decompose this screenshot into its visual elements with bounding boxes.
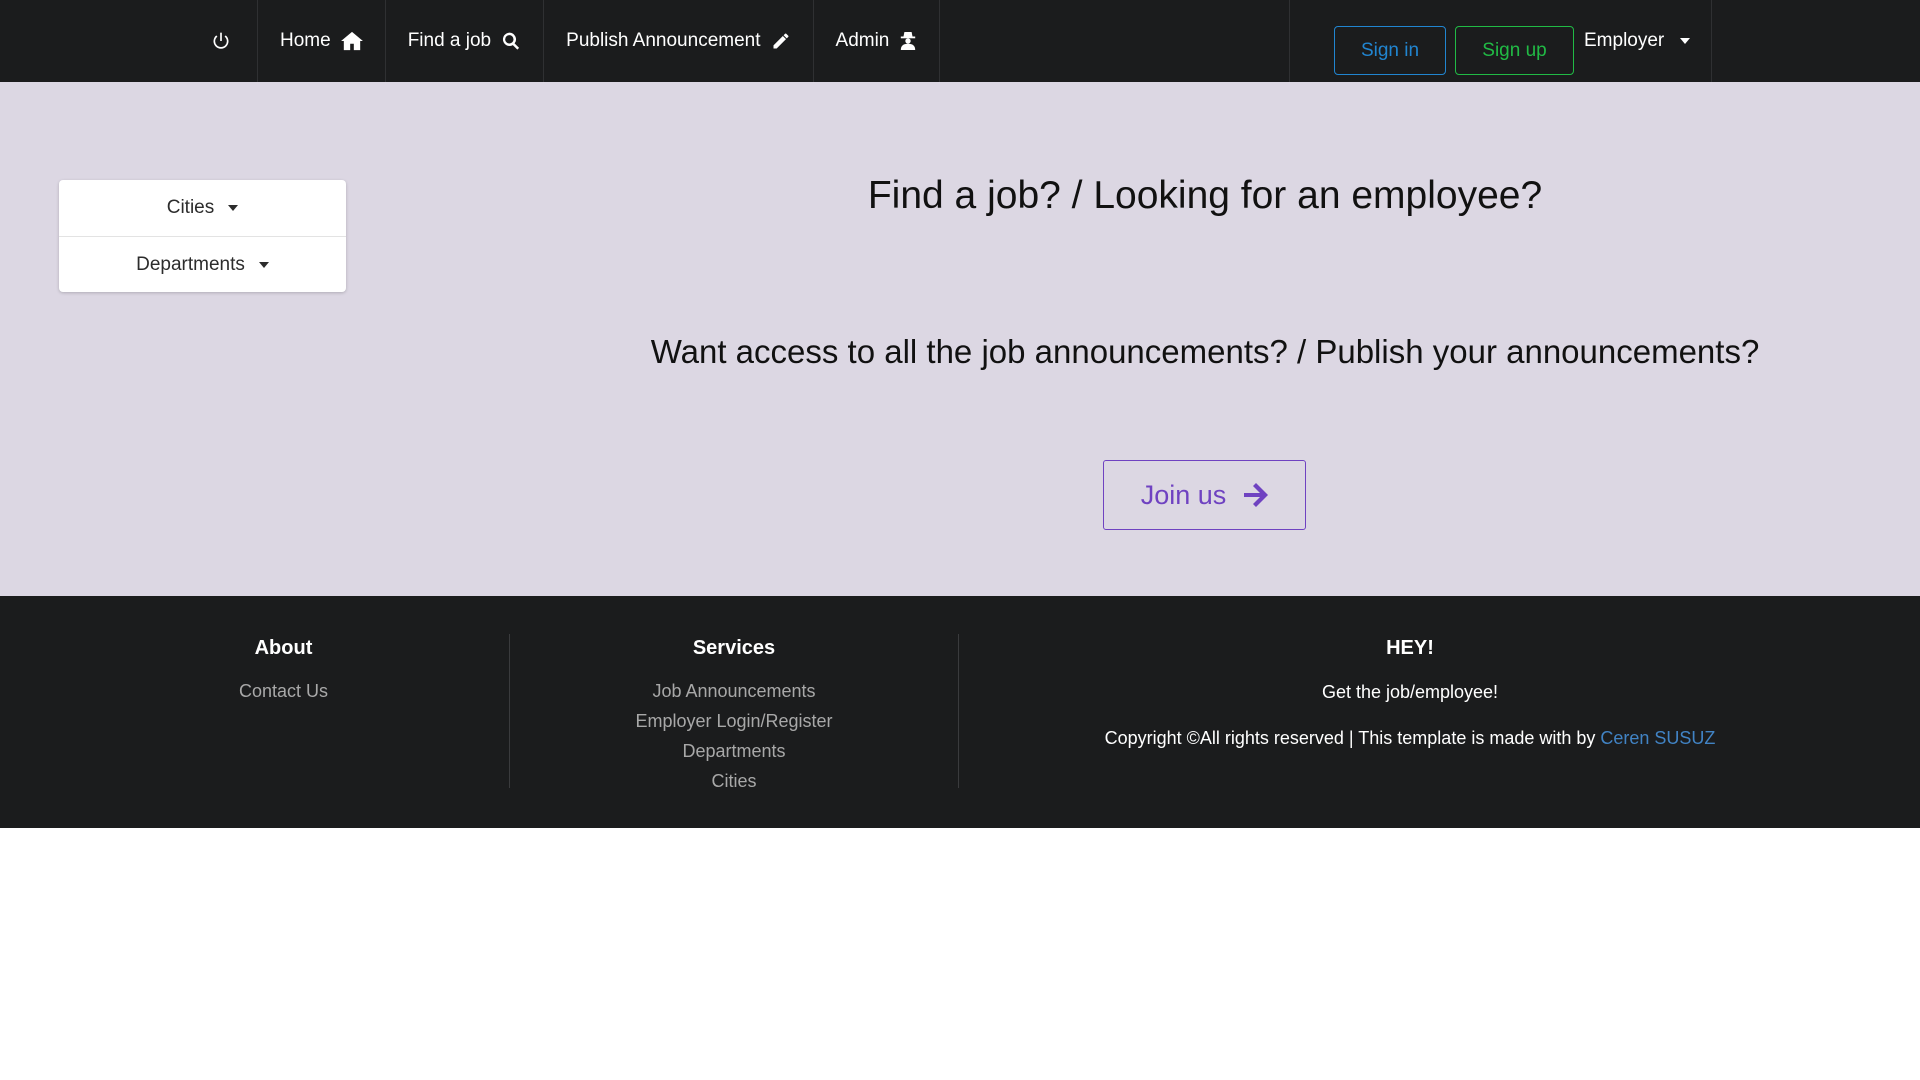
arrow-right-icon [1226, 483, 1269, 507]
copyright-label: Copyright ©All rights reserved | This te… [1104, 728, 1601, 748]
pencil-icon [771, 31, 791, 51]
departments-dropdown[interactable]: Departments [59, 236, 346, 292]
job-announcements-link[interactable]: Job Announcements [510, 676, 958, 706]
home-icon [340, 31, 363, 51]
nav-home-label: Home [280, 30, 331, 51]
footer-about: About Contact Us [59, 634, 508, 706]
footer-hey-subtitle: Get the job/employee! [1321, 682, 1499, 702]
nav-publish-announcement[interactable]: Publish Announcement [544, 0, 814, 82]
hero-subheadline: Want access to all the job announcements… [650, 333, 1760, 370]
employer-login-register-link[interactable]: Employer Login/Register [510, 706, 958, 736]
copyright-text: Copyright ©All rights reserved | This te… [960, 726, 1860, 750]
hero-section: Cities Departments Find a job? / Looking… [0, 82, 1920, 596]
nav-home[interactable]: Home [258, 0, 386, 82]
power-button[interactable] [185, 0, 258, 82]
nav-publish-label: Publish Announcement [566, 30, 761, 51]
cities-link[interactable]: Cities [510, 766, 958, 796]
caret-down-icon [258, 261, 269, 268]
sign-up-button[interactable]: Sign up [1455, 26, 1574, 75]
hero-headline: Find a job? / Looking for an employee? [867, 174, 1543, 217]
power-icon [211, 31, 231, 51]
search-icon [501, 31, 521, 51]
auth-menu: Sign in Sign up Employer [1289, 0, 1712, 82]
join-us-button[interactable]: Join us [1103, 460, 1306, 530]
author-link[interactable]: Ceren SUSUZ [1600, 728, 1715, 748]
nav-find-job[interactable]: Find a job [386, 0, 545, 82]
footer-services-title: Services [692, 637, 776, 659]
contact-us-link[interactable]: Contact Us [59, 676, 508, 706]
departments-link[interactable]: Departments [510, 736, 958, 766]
sign-in-button[interactable]: Sign in [1334, 26, 1446, 75]
cities-label: Cities [166, 197, 215, 218]
nav-admin[interactable]: Admin [814, 0, 941, 82]
footer-hey-title: HEY! [1386, 637, 1434, 659]
user-type-label: Employer [1584, 30, 1665, 51]
footer: About Contact Us Services Job Announceme… [0, 596, 1920, 828]
caret-down-icon [1680, 38, 1691, 44]
footer-services: Services Job Announcements Employer Logi… [509, 634, 959, 791]
footer-about-title: About [254, 637, 313, 659]
departments-label: Departments [136, 253, 245, 275]
user-type-dropdown[interactable]: Employer [1584, 0, 1691, 82]
nav-find-job-label: Find a job [407, 30, 492, 51]
join-us-label: Join us [1140, 479, 1227, 510]
caret-down-icon [228, 205, 239, 211]
nav-menu: Home Find a job Publish Announcement Adm… [185, 0, 941, 82]
nav-admin-label: Admin [835, 30, 890, 51]
filter-menu: Cities Departments [59, 180, 346, 292]
cities-dropdown[interactable]: Cities [59, 180, 346, 236]
user-secret-icon [899, 31, 917, 51]
footer-hey: HEY! Get the job/employee! Copyright ©Al… [960, 634, 1860, 750]
top-navbar: Home Find a job Publish Announcement Adm… [0, 0, 1920, 82]
